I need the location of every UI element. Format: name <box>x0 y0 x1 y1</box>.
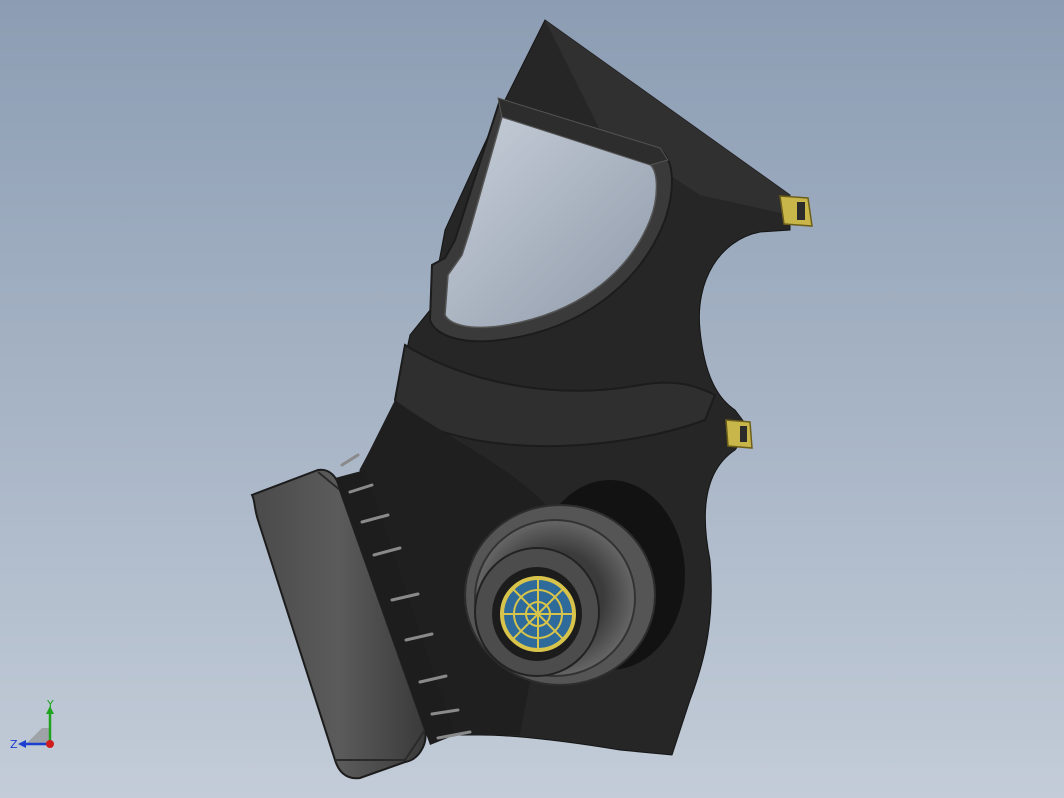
triad-z-arrow-icon <box>18 740 26 748</box>
lower-strap-buckle <box>725 419 753 449</box>
orientation-triad: Y Z <box>10 700 54 751</box>
filter-grille <box>500 576 576 652</box>
upper-strap-buckle <box>779 195 813 227</box>
triad-x-axis-dot <box>46 740 54 748</box>
gas-mask-model[interactable] <box>0 0 1064 798</box>
triad-z-label: Z <box>10 738 18 751</box>
triad-y-label: Y <box>46 700 54 711</box>
triad-plane <box>26 728 50 744</box>
cad-viewport[interactable]: Y Z <box>0 0 1064 798</box>
